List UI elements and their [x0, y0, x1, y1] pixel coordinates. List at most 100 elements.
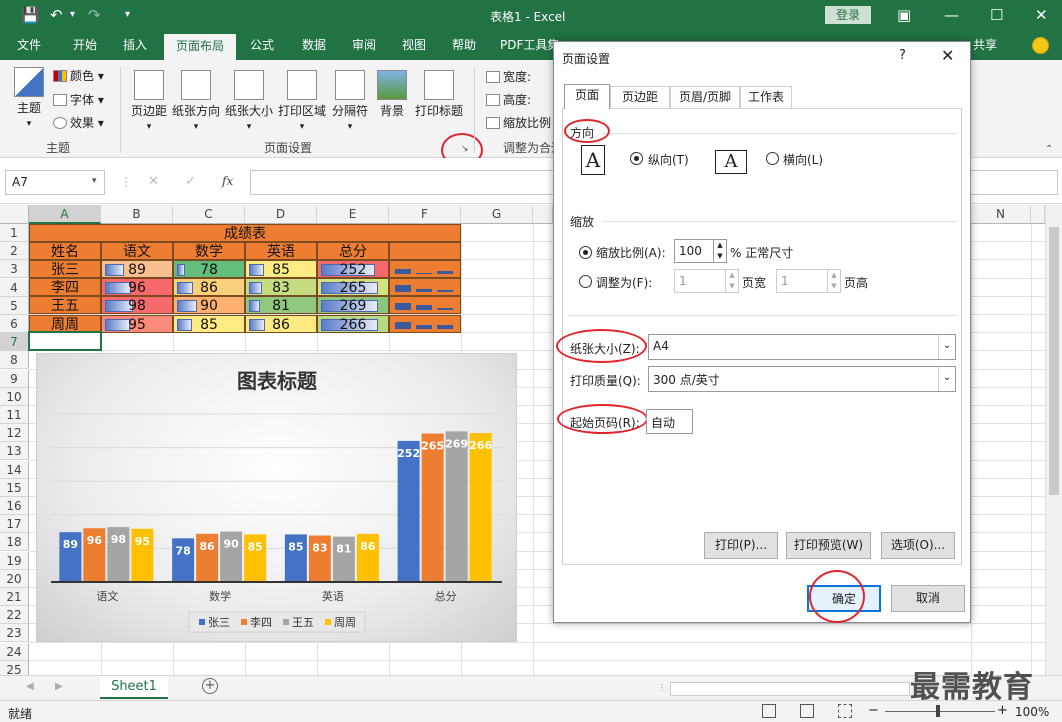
name-box[interactable]: A7 — [5, 170, 105, 195]
next-sheet-icon[interactable]: ▶ — [55, 681, 63, 692]
orientation-button[interactable]: 纸张方向 ▾ — [171, 70, 221, 134]
confirm-entry-icon[interactable]: ✓ — [185, 174, 196, 189]
score-cell[interactable]: 269 — [317, 296, 389, 315]
active-cell-a7[interactable] — [28, 331, 102, 351]
customize-qat-icon[interactable]: ▾ — [125, 6, 130, 24]
namebox-dropdown-icon[interactable]: ▾ — [92, 176, 97, 186]
tab-pdf-tools[interactable]: PDF工具集 — [500, 31, 560, 60]
column-header-h[interactable] — [533, 205, 553, 224]
background-button[interactable]: 背景 — [374, 70, 410, 118]
height-control[interactable]: 高度: — [486, 92, 531, 108]
fonts-button[interactable]: 字体 ▾ — [53, 92, 104, 108]
tab-file[interactable]: 文件 — [8, 31, 50, 60]
row-header[interactable]: 21 — [0, 588, 29, 606]
fit-tall-input[interactable]: 1 — [776, 269, 828, 293]
row-header[interactable]: 4 — [0, 278, 29, 297]
vertical-scrollbar[interactable] — [1045, 205, 1062, 675]
tab-help[interactable]: 帮助 — [443, 31, 485, 60]
score-cell[interactable]: 252 — [317, 260, 389, 278]
row-header[interactable]: 6 — [0, 315, 29, 333]
zoom-out-icon[interactable]: − — [868, 703, 879, 718]
score-cell[interactable]: 98 — [101, 296, 173, 315]
page-layout-view-icon[interactable] — [800, 704, 814, 718]
row-header[interactable]: 9 — [0, 369, 29, 388]
login-button[interactable]: 登录 — [825, 6, 871, 24]
score-cell[interactable]: 85 — [245, 260, 317, 278]
row-header[interactable]: 7 — [0, 333, 29, 352]
header-cell-chinese[interactable]: 语文 — [101, 242, 173, 260]
table-title-cell[interactable]: 成绩表 — [29, 224, 461, 242]
ribbon-display-icon[interactable]: ▣ — [897, 6, 911, 24]
name-cell[interactable]: 王五 — [29, 296, 101, 315]
column-header-e[interactable]: E — [317, 205, 389, 224]
minimize-icon[interactable]: — — [944, 6, 959, 24]
score-cell[interactable]: 265 — [317, 278, 389, 297]
tab-data[interactable]: 数据 — [293, 31, 335, 60]
tab-page-layout[interactable]: 页面布局 — [164, 34, 236, 60]
column-header-g[interactable]: G — [461, 205, 533, 224]
row-header[interactable]: 22 — [0, 606, 29, 625]
first-page-input[interactable]: 自动 — [646, 409, 693, 434]
score-cell[interactable]: 86 — [173, 278, 245, 297]
row-header[interactable]: 10 — [0, 387, 29, 406]
width-control[interactable]: 宽度: — [486, 69, 531, 85]
undo-icon[interactable]: ↶ — [50, 6, 63, 24]
row-header[interactable]: 1 — [0, 224, 29, 242]
print-area-button[interactable]: 打印区域 ▾ — [277, 70, 327, 134]
score-cell[interactable]: 95 — [101, 314, 173, 333]
score-cell[interactable]: 89 — [101, 260, 173, 278]
scale-adjust-radio[interactable] — [579, 246, 592, 259]
header-cell-math[interactable]: 数学 — [173, 242, 245, 260]
row-header[interactable]: 17 — [0, 515, 29, 534]
undo-dropdown-icon[interactable]: ▾ — [70, 6, 75, 24]
score-cell[interactable]: 85 — [173, 314, 245, 333]
row-header[interactable]: 11 — [0, 406, 29, 424]
add-sheet-icon[interactable]: + — [202, 678, 218, 694]
column-chart[interactable]: 图表标题 89 96 98 95 语文 78 86 90 85 数学 85 83 81 86 英语 252 265… — [36, 353, 517, 642]
row-header[interactable]: 23 — [0, 624, 29, 643]
print-quality-select[interactable]: 300 点/英寸 ⌄ — [648, 366, 956, 392]
header-cell-sparkline[interactable] — [389, 242, 461, 260]
tab-view[interactable]: 视图 — [393, 31, 435, 60]
column-header-c[interactable]: C — [173, 205, 245, 224]
score-cell[interactable]: 96 — [101, 278, 173, 297]
fit-wide-input[interactable]: 1 — [674, 269, 726, 293]
score-cell[interactable]: 266 — [317, 314, 389, 333]
select-all-corner[interactable] — [0, 205, 29, 224]
print-preview-button[interactable]: 打印预览(W) — [786, 532, 871, 559]
header-cell-total[interactable]: 总分 — [317, 242, 389, 260]
prev-sheet-icon[interactable]: ◀ — [26, 681, 34, 692]
scale-input[interactable]: 100 — [674, 239, 714, 263]
row-header[interactable]: 8 — [0, 351, 29, 370]
column-header-b[interactable]: B — [101, 205, 173, 224]
header-cell-english[interactable]: 英语 — [245, 242, 317, 260]
dialog-help-button[interactable]: ? — [899, 48, 906, 63]
dialog-tab-margins[interactable]: 页边距 — [610, 86, 670, 108]
score-cell[interactable]: 86 — [245, 314, 317, 333]
landscape-radio[interactable] — [766, 152, 779, 165]
tab-split-icon[interactable]: ⋮ — [658, 683, 666, 695]
column-header-f[interactable]: F — [389, 205, 461, 224]
sparkline-cell[interactable] — [389, 260, 461, 278]
row-header[interactable]: 5 — [0, 296, 29, 315]
landscape-label[interactable]: 横向(L) — [783, 151, 823, 168]
dialog-tab-page[interactable]: 页面 — [564, 84, 610, 109]
dialog-tab-sheet[interactable]: 工作表 — [740, 86, 792, 108]
fit-to-label[interactable]: 调整为(F): — [596, 274, 652, 291]
maximize-icon[interactable]: ☐ — [990, 6, 1003, 24]
tab-review[interactable]: 审阅 — [343, 31, 385, 60]
print-titles-button[interactable]: 打印标题 — [413, 70, 465, 118]
print-button[interactable]: 打印(P)... — [704, 532, 778, 559]
row-header[interactable]: 13 — [0, 442, 29, 461]
row-header[interactable]: 12 — [0, 424, 29, 443]
score-cell[interactable]: 81 — [245, 296, 317, 315]
dialog-close-icon[interactable]: ✕ — [941, 46, 954, 65]
save-icon[interactable]: 💾 — [21, 6, 40, 24]
portrait-label[interactable]: 纵向(T) — [648, 151, 689, 168]
score-cell[interactable]: 90 — [173, 296, 245, 315]
collapse-ribbon-icon[interactable]: ⌃ — [1045, 144, 1053, 155]
portrait-radio[interactable] — [630, 152, 643, 165]
row-header[interactable]: 15 — [0, 478, 29, 497]
zoom-slider[interactable] — [885, 711, 995, 712]
feedback-smiley-icon[interactable] — [1032, 37, 1049, 54]
